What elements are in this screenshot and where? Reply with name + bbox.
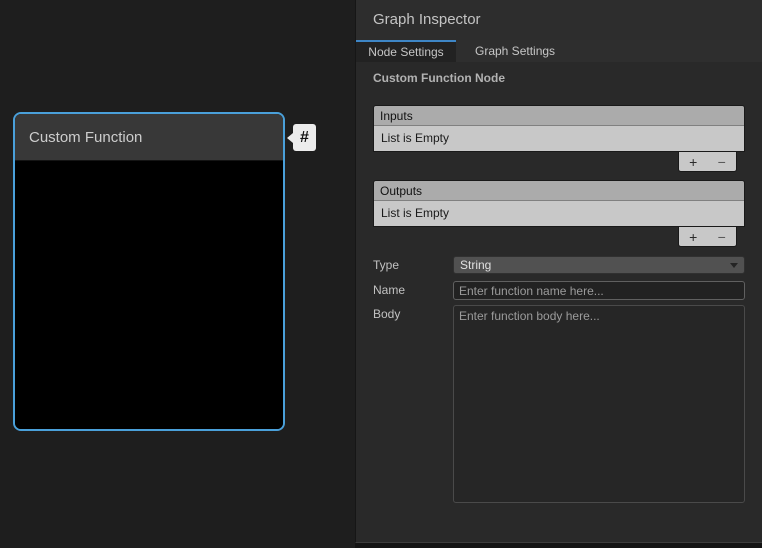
inspector-content: Custom Function Node Inputs List is Empt… [356,71,762,503]
inspector-tabbar: Node Settings Graph Settings [356,40,762,62]
inputs-add-button[interactable]: + [682,153,704,171]
inputs-list-box: Inputs List is Empty [373,105,745,152]
section-title: Custom Function Node [373,71,745,85]
type-dropdown-value: String [460,258,491,272]
graph-inspector-panel: Graph Inspector Node Settings Graph Sett… [355,0,762,543]
panel-bottom-edge [355,543,762,548]
type-label: Type [373,256,453,274]
panel-title: Graph Inspector [356,0,762,40]
outputs-list-box: Outputs List is Empty [373,180,745,227]
node-hash-badge[interactable]: # [293,124,316,151]
tab-graph-settings[interactable]: Graph Settings [456,40,574,62]
inputs-empty-row: List is Empty [374,126,744,151]
node-preview-body [15,161,283,431]
node-title[interactable]: Custom Function [15,114,283,161]
name-row: Name [373,281,745,300]
custom-function-node[interactable]: Custom Function [13,112,285,431]
body-row: Body [373,305,745,503]
type-dropdown[interactable]: String [453,256,745,274]
inputs-list-footer: + − [678,152,737,172]
inputs-list-header[interactable]: Inputs [374,106,744,126]
chevron-down-icon [730,263,738,268]
inputs-list: Inputs List is Empty + − [373,105,745,172]
outputs-list: Outputs List is Empty + − [373,180,745,247]
body-label: Body [373,305,453,323]
function-name-input[interactable] [453,281,745,300]
name-label: Name [373,281,453,299]
outputs-empty-row: List is Empty [374,201,744,226]
function-fields: Type String Name Body [373,256,745,503]
function-body-textarea[interactable] [453,305,745,503]
inputs-remove-button[interactable]: − [711,153,733,171]
hash-icon: # [300,129,309,146]
outputs-list-footer: + − [678,227,737,247]
type-row: Type String [373,256,745,274]
tab-node-settings[interactable]: Node Settings [356,40,456,62]
outputs-add-button[interactable]: + [682,228,704,246]
outputs-list-header[interactable]: Outputs [374,181,744,201]
outputs-remove-button[interactable]: − [711,228,733,246]
